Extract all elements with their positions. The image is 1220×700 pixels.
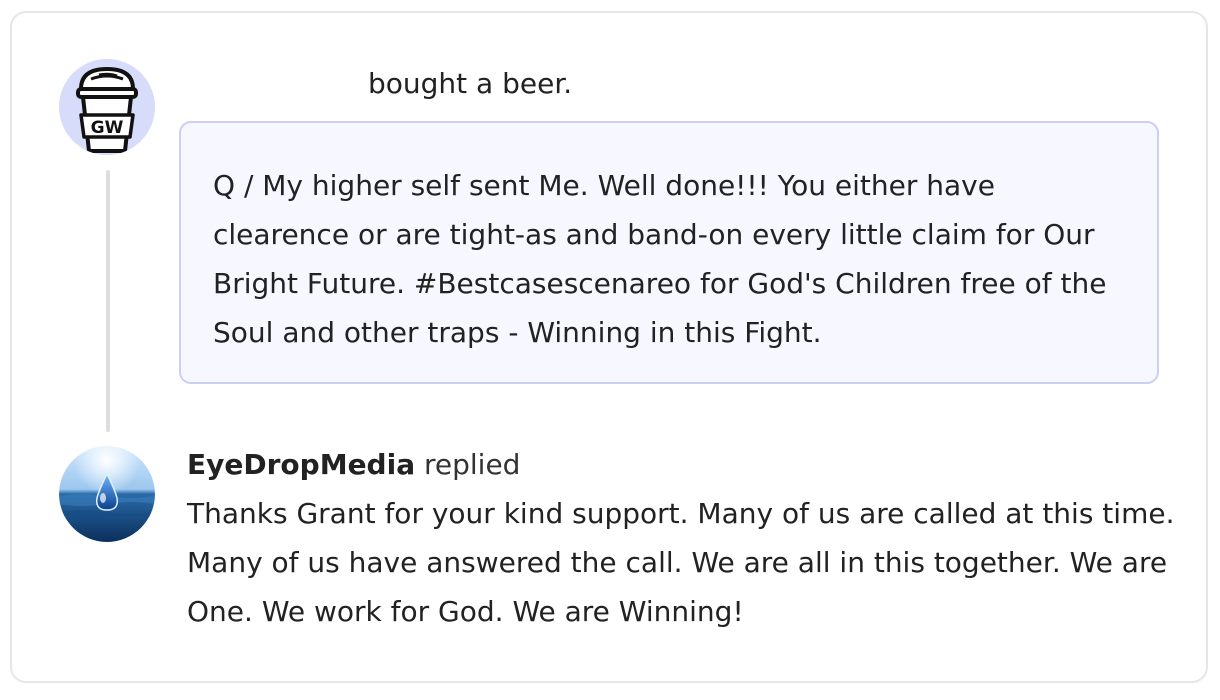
supporter-name-redacted — [190, 70, 368, 100]
reply-header: EyeDropMedia replied — [187, 442, 1177, 488]
support-action-text: bought a beer. — [368, 67, 573, 100]
creator-avatar[interactable] — [59, 446, 155, 542]
support-message-text: Q / My higher self sent Me. Well done!!!… — [213, 169, 1107, 349]
support-headline: bought a beer. — [190, 66, 572, 102]
thread-connector-line — [106, 170, 110, 432]
creator-name-link[interactable]: EyeDropMedia — [187, 448, 415, 481]
reply-message-text: Thanks Grant for your kind support. Many… — [187, 497, 1175, 628]
creator-reply: EyeDropMedia replied Thanks Grant for yo… — [187, 442, 1177, 636]
coffee-cup-icon: GW — [59, 59, 155, 155]
support-message-bubble: Q / My higher self sent Me. Well done!!!… — [179, 121, 1159, 384]
water-drop-ocean-icon — [59, 446, 155, 542]
supporter-avatar[interactable]: GW — [59, 59, 155, 155]
replied-label: replied — [424, 448, 521, 481]
avatar-initials: GW — [91, 118, 124, 138]
